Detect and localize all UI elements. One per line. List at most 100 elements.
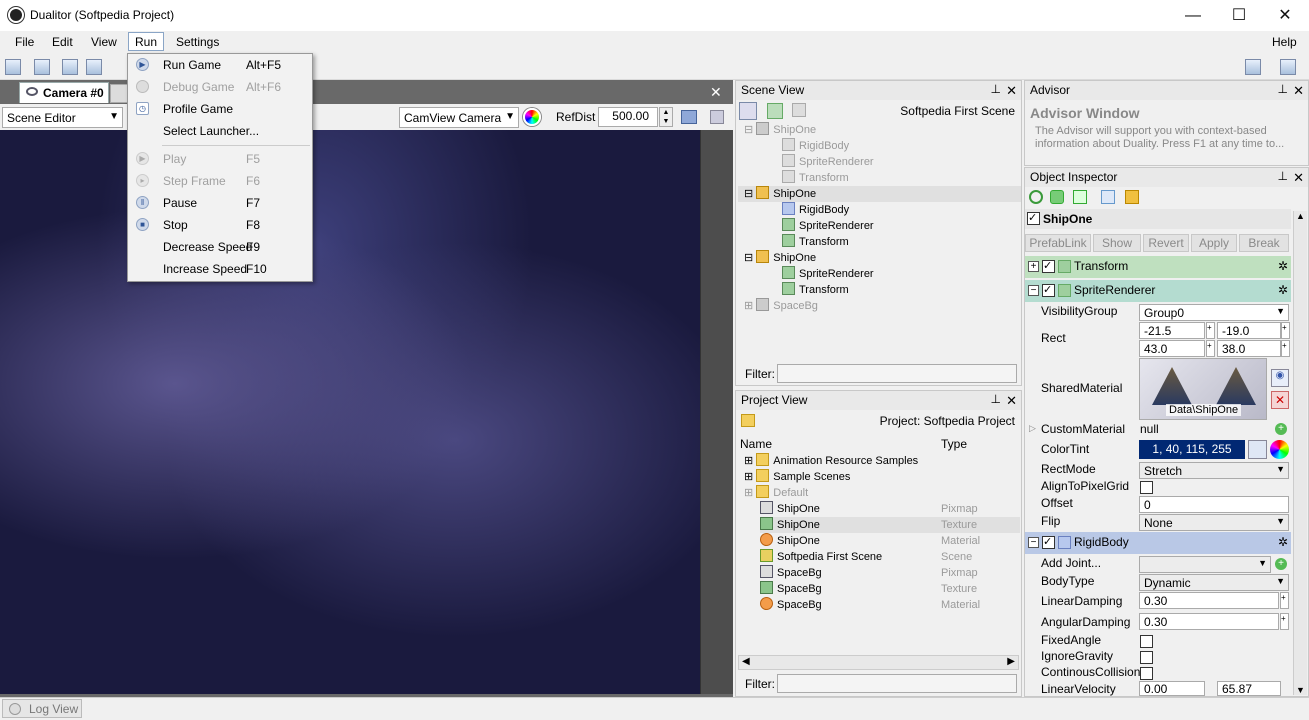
rect-w-stepper[interactable]: + — [1206, 340, 1215, 357]
align-checkbox[interactable] — [1140, 481, 1153, 494]
pin-icon[interactable]: ⊥ — [991, 82, 1001, 96]
offset-input[interactable]: 0 — [1139, 496, 1289, 513]
new-scene-icon[interactable] — [62, 59, 78, 75]
add-icon[interactable]: + — [1275, 558, 1287, 570]
component-checkbox[interactable]: ✓ — [1042, 536, 1055, 549]
tree-node[interactable]: ⊟ ShipOne — [744, 122, 816, 138]
help-icon[interactable] — [1280, 59, 1296, 75]
close-button[interactable]: ✕ — [1262, 0, 1308, 31]
list-item[interactable]: ShipOne Material — [760, 533, 1020, 549]
tree-node[interactable]: ⊞ SpaceBg — [744, 298, 818, 314]
tree-node[interactable]: Transform — [782, 234, 849, 250]
refdist-stepper[interactable]: ▲ ▼ — [659, 107, 673, 127]
pin-icon[interactable]: ⊥ — [1278, 169, 1288, 183]
column-header-type[interactable]: Type — [941, 437, 967, 451]
menu-item-select-launcher[interactable]: Select Launcher... — [128, 120, 312, 142]
layout-icon[interactable] — [1245, 59, 1261, 75]
close-icon[interactable]: ✕ — [1006, 393, 1017, 409]
close-icon[interactable]: ✕ — [1293, 170, 1304, 186]
close-icon[interactable]: ✕ — [1293, 83, 1304, 99]
collapse-icon[interactable]: − — [1028, 537, 1039, 548]
list-item[interactable]: SpaceBg Material — [760, 597, 1020, 613]
gear-icon[interactable]: ✲ — [1278, 283, 1288, 297]
reset-material-icon[interactable]: ✕ — [1271, 391, 1289, 409]
menu-item-stop[interactable]: ■ Stop F8 — [128, 214, 312, 236]
tree-node[interactable]: SpriteRenderer — [782, 154, 874, 170]
visibility-select[interactable]: Group0 ▼ — [1139, 304, 1289, 321]
rigidbody-section-header[interactable]: − ✓ RigidBody ✲ — [1025, 532, 1291, 554]
menu-item-decrease-speed[interactable]: Decrease Speed F9 — [128, 236, 312, 258]
rect-h-stepper[interactable]: + — [1281, 340, 1290, 357]
rect-h-input[interactable]: 38.0 — [1217, 340, 1281, 357]
menu-file[interactable]: File — [9, 33, 40, 52]
menu-item-step-frame[interactable]: ▸ Step Frame F6 — [128, 170, 312, 192]
sprite-section-header[interactable]: − ✓ SpriteRenderer ✲ — [1025, 280, 1291, 302]
lineardamping-stepper[interactable]: + — [1280, 592, 1289, 609]
tree-node[interactable]: SpriteRenderer — [782, 266, 874, 282]
angulardamping-input[interactable]: 0.30 — [1139, 613, 1279, 630]
open-icon[interactable] — [34, 59, 50, 75]
project-filter-input[interactable] — [777, 674, 1017, 693]
new-object-icon[interactable] — [767, 103, 783, 119]
bodytype-select[interactable]: Dynamic ▼ — [1139, 574, 1289, 591]
gear-icon[interactable]: ✲ — [1278, 259, 1288, 273]
list-item[interactable]: Softpedia First Scene Scene — [760, 549, 1020, 565]
lock-icon[interactable] — [710, 110, 724, 124]
tree-node[interactable]: ⊟ ShipOne — [744, 250, 816, 266]
scroll-up-icon[interactable]: ▲ — [1296, 211, 1305, 221]
component-checkbox[interactable]: ✓ — [1042, 260, 1055, 273]
view-options-icon[interactable] — [681, 110, 697, 124]
view-material-icon[interactable]: ◉ — [1271, 369, 1289, 387]
rect-x-stepper[interactable]: + — [1206, 322, 1215, 339]
refdist-input[interactable]: 500.00 — [598, 107, 658, 127]
camera-select[interactable]: CamView Camera ▼ — [399, 107, 519, 128]
scene-viewport[interactable] — [0, 130, 700, 694]
color-wheel-icon[interactable] — [1270, 440, 1289, 459]
lineardamping-input[interactable]: 0.30 — [1139, 592, 1279, 609]
menu-item-debug-game[interactable]: Debug Game Alt+F6 — [128, 76, 312, 98]
linearvelocity-x-input[interactable]: 0.00 — [1139, 681, 1205, 696]
scroll-left-icon[interactable]: ◀ — [742, 656, 750, 667]
pin-icon[interactable]: ⊥ — [1278, 82, 1288, 96]
minimize-button[interactable]: — — [1170, 0, 1216, 31]
refresh-icon[interactable] — [1029, 190, 1043, 204]
list-item[interactable]: ShipOne Texture — [760, 517, 1020, 533]
close-document-icon[interactable]: ✕ — [710, 84, 722, 101]
menu-view[interactable]: View — [85, 33, 123, 52]
list-item[interactable]: ⊞ Animation Resource Samples — [744, 453, 918, 469]
inspector-scrollbar[interactable]: ▲ ▼ — [1293, 211, 1307, 695]
folder-icon[interactable] — [741, 414, 755, 427]
tree-node[interactable]: Transform — [782, 170, 849, 186]
flip-select[interactable]: None ▼ — [1139, 514, 1289, 531]
list-item[interactable]: SpaceBg Texture — [760, 581, 1020, 597]
gear-green-icon[interactable] — [1050, 190, 1064, 204]
prefablink-button[interactable]: PrefabLink — [1025, 234, 1091, 252]
save-icon[interactable] — [86, 59, 102, 75]
column-header-name[interactable]: Name — [740, 437, 772, 451]
sort-icon[interactable] — [1073, 190, 1087, 204]
menu-item-increase-speed[interactable]: Increase Speed F10 — [128, 258, 312, 280]
expand-arrow-icon[interactable]: ▷ — [1029, 423, 1036, 434]
list-item[interactable]: ⊞ Sample Scenes — [744, 469, 850, 485]
component-checkbox[interactable]: ✓ — [1042, 284, 1055, 297]
rect-y-stepper[interactable]: + — [1281, 322, 1290, 339]
menu-edit[interactable]: Edit — [46, 33, 79, 52]
continuous-checkbox[interactable] — [1140, 667, 1153, 680]
show-button[interactable]: Show — [1093, 234, 1141, 252]
tree-node[interactable]: RigidBody — [782, 202, 849, 218]
menu-item-run-game[interactable]: ▶ Run Game Alt+F5 — [128, 54, 312, 76]
gear-icon[interactable]: ✲ — [1278, 535, 1288, 549]
expand-icon[interactable]: + — [1028, 261, 1039, 272]
collapse-icon[interactable]: − — [1028, 285, 1039, 296]
colortint-value[interactable]: 1, 40, 115, 255 — [1139, 440, 1245, 459]
tree-node-selected[interactable]: ⊟ ShipOne — [738, 186, 1021, 202]
scene-cube-icon[interactable] — [739, 102, 757, 120]
rect-x-input[interactable]: -21.5 — [1139, 322, 1205, 339]
save-scene-icon[interactable] — [792, 103, 806, 117]
rect-w-input[interactable]: 43.0 — [1139, 340, 1205, 357]
rect-y-input[interactable]: -19.0 — [1217, 322, 1281, 339]
rectmode-select[interactable]: Stretch ▼ — [1139, 462, 1289, 479]
tree-node[interactable]: SpriteRenderer — [782, 218, 874, 234]
horizontal-scrollbar[interactable]: ◀ ▶ — [738, 655, 1019, 670]
transform-section-header[interactable]: + ✓ Transform ✲ — [1025, 256, 1291, 278]
